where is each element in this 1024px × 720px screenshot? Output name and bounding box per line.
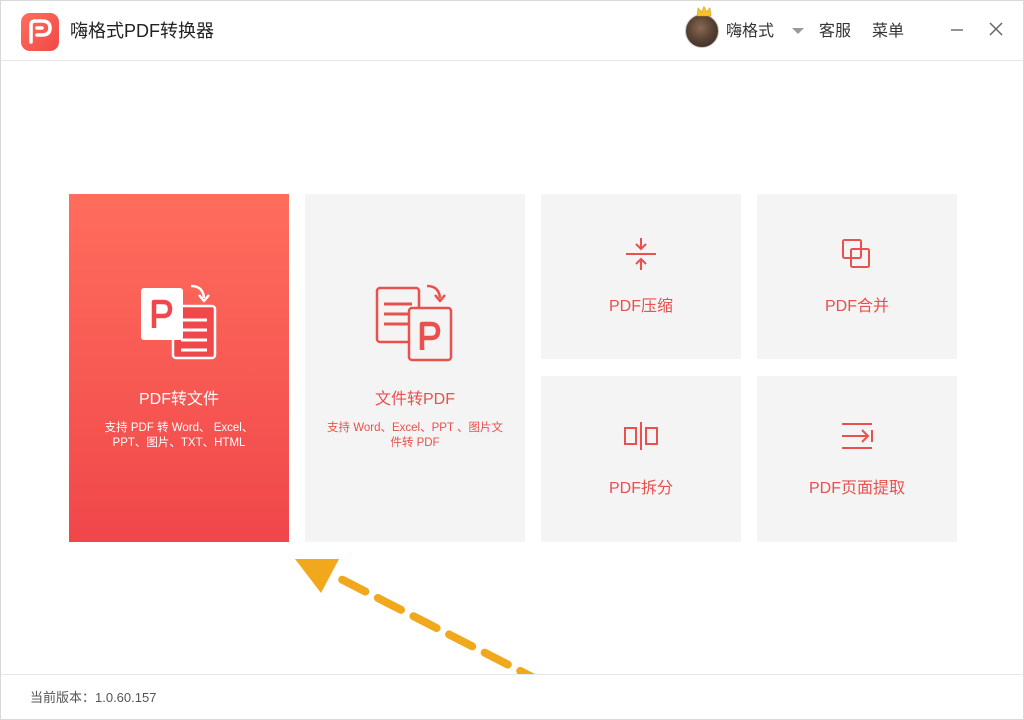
- split-icon: [624, 422, 658, 450]
- pdf-compress-tile[interactable]: PDF压缩: [541, 194, 741, 359]
- tile-desc-line1: 支持 PDF 转 Word、 Excel、: [104, 422, 254, 434]
- tile-title: PDF页面提取: [808, 480, 905, 497]
- merge-icon: [842, 239, 870, 268]
- minimize-button[interactable]: [947, 19, 967, 39]
- title-bar: 嗨格式PDF转换器 嗨格式 客服 菜单: [1, 1, 1023, 61]
- tile-title: PDF转文件: [138, 391, 219, 408]
- avatar[interactable]: [685, 6, 719, 48]
- tile-title: PDF合并: [824, 298, 889, 315]
- pdf-to-file-tile[interactable]: PDF转文件 支持 PDF 转 Word、 Excel、 PPT、图片、TXT、…: [69, 194, 289, 542]
- pdf-split-tile[interactable]: PDF拆分: [541, 376, 741, 542]
- customer-service-button[interactable]: 客服: [819, 22, 851, 42]
- file-to-pdf-tile[interactable]: 文件转PDF 支持 Word、Excel、PPT 、图片文 件转 PDF: [305, 194, 525, 542]
- menu-button[interactable]: 菜单: [872, 22, 904, 42]
- pdf-page-extract-tile[interactable]: PDF页面提取: [757, 376, 957, 542]
- app-window: 嗨格式PDF转换器 嗨格式 客服 菜单 PDF转文件 支持 PDF 转 Word…: [0, 0, 1024, 720]
- close-icon: [989, 22, 1003, 36]
- tile-title: 文件转PDF: [374, 391, 455, 408]
- chevron-down-icon[interactable]: [792, 28, 804, 34]
- file-to-pdf-icon: [375, 284, 453, 362]
- status-bar: 当前版本：1.0.60.157: [1, 674, 1023, 719]
- compress-icon: [626, 238, 656, 270]
- user-name[interactable]: 嗨格式: [726, 22, 774, 42]
- minimize-icon: [951, 29, 963, 31]
- pdf-merge-tile[interactable]: PDF合并: [757, 194, 957, 359]
- tile-title: PDF压缩: [608, 298, 673, 315]
- version-label: 当前版本：1.0.60.157: [30, 690, 157, 705]
- tile-desc-line1: 支持 Word、Excel、PPT 、图片文: [327, 422, 503, 434]
- app-title: 嗨格式PDF转换器: [70, 21, 214, 41]
- extract-icon: [842, 423, 873, 449]
- pdf-logo-icon: [21, 13, 59, 51]
- pdf-to-file-icon: [141, 284, 217, 360]
- tile-title: PDF拆分: [608, 480, 673, 497]
- tile-desc-line2: PPT、图片、TXT、HTML: [112, 437, 246, 449]
- tile-desc-line2: 件转 PDF: [390, 437, 440, 449]
- crown-icon: [696, 6, 712, 17]
- close-button[interactable]: [986, 19, 1006, 39]
